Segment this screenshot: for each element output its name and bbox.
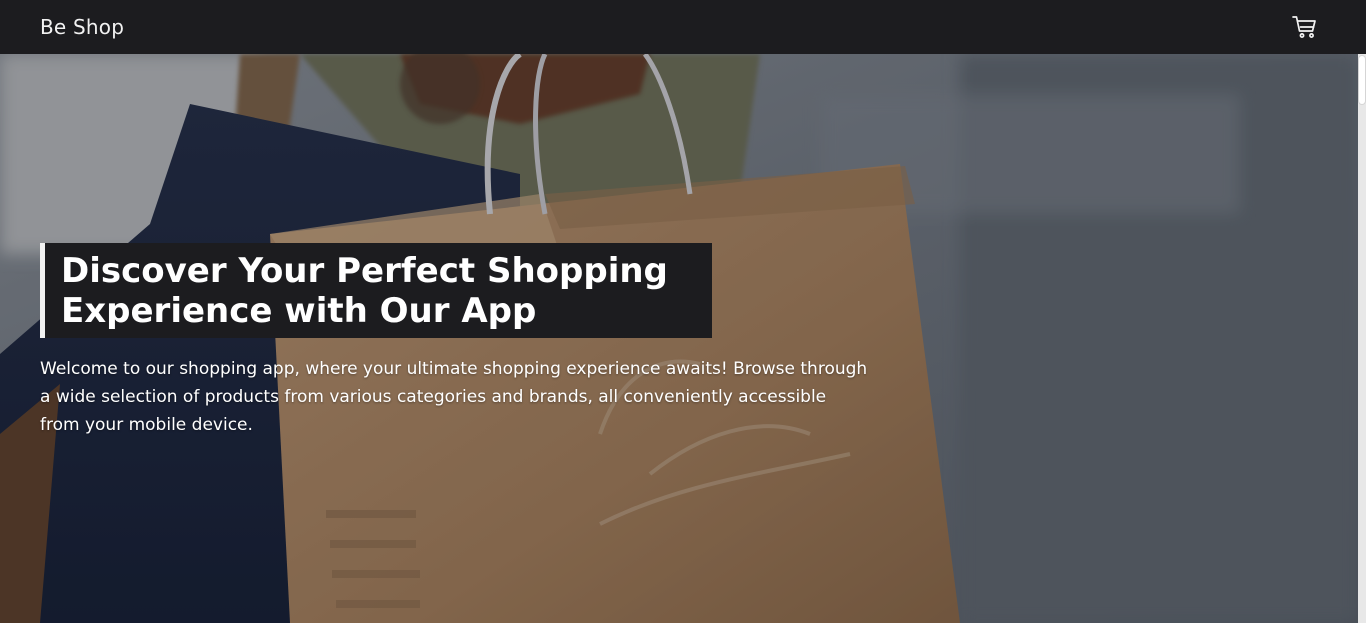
shopping-cart-icon[interactable] (1292, 14, 1318, 40)
page-scrollbar-thumb[interactable] (1359, 56, 1365, 104)
hero-headline-line-2: Experience with Our App (61, 291, 537, 331)
top-navbar: Be Shop (0, 0, 1366, 54)
hero-headline: Discover Your Perfect Shopping Experienc… (40, 243, 712, 338)
page-scrollbar[interactable] (1358, 54, 1366, 623)
hero-headline-line-1: Discover Your Perfect Shopping (61, 251, 668, 291)
hero-section: Discover Your Perfect Shopping Experienc… (0, 54, 1358, 623)
hero-dark-overlay (0, 54, 1358, 623)
brand-logo-link[interactable]: Be Shop (40, 15, 124, 39)
hero-description: Welcome to our shopping app, where your … (40, 359, 868, 435)
